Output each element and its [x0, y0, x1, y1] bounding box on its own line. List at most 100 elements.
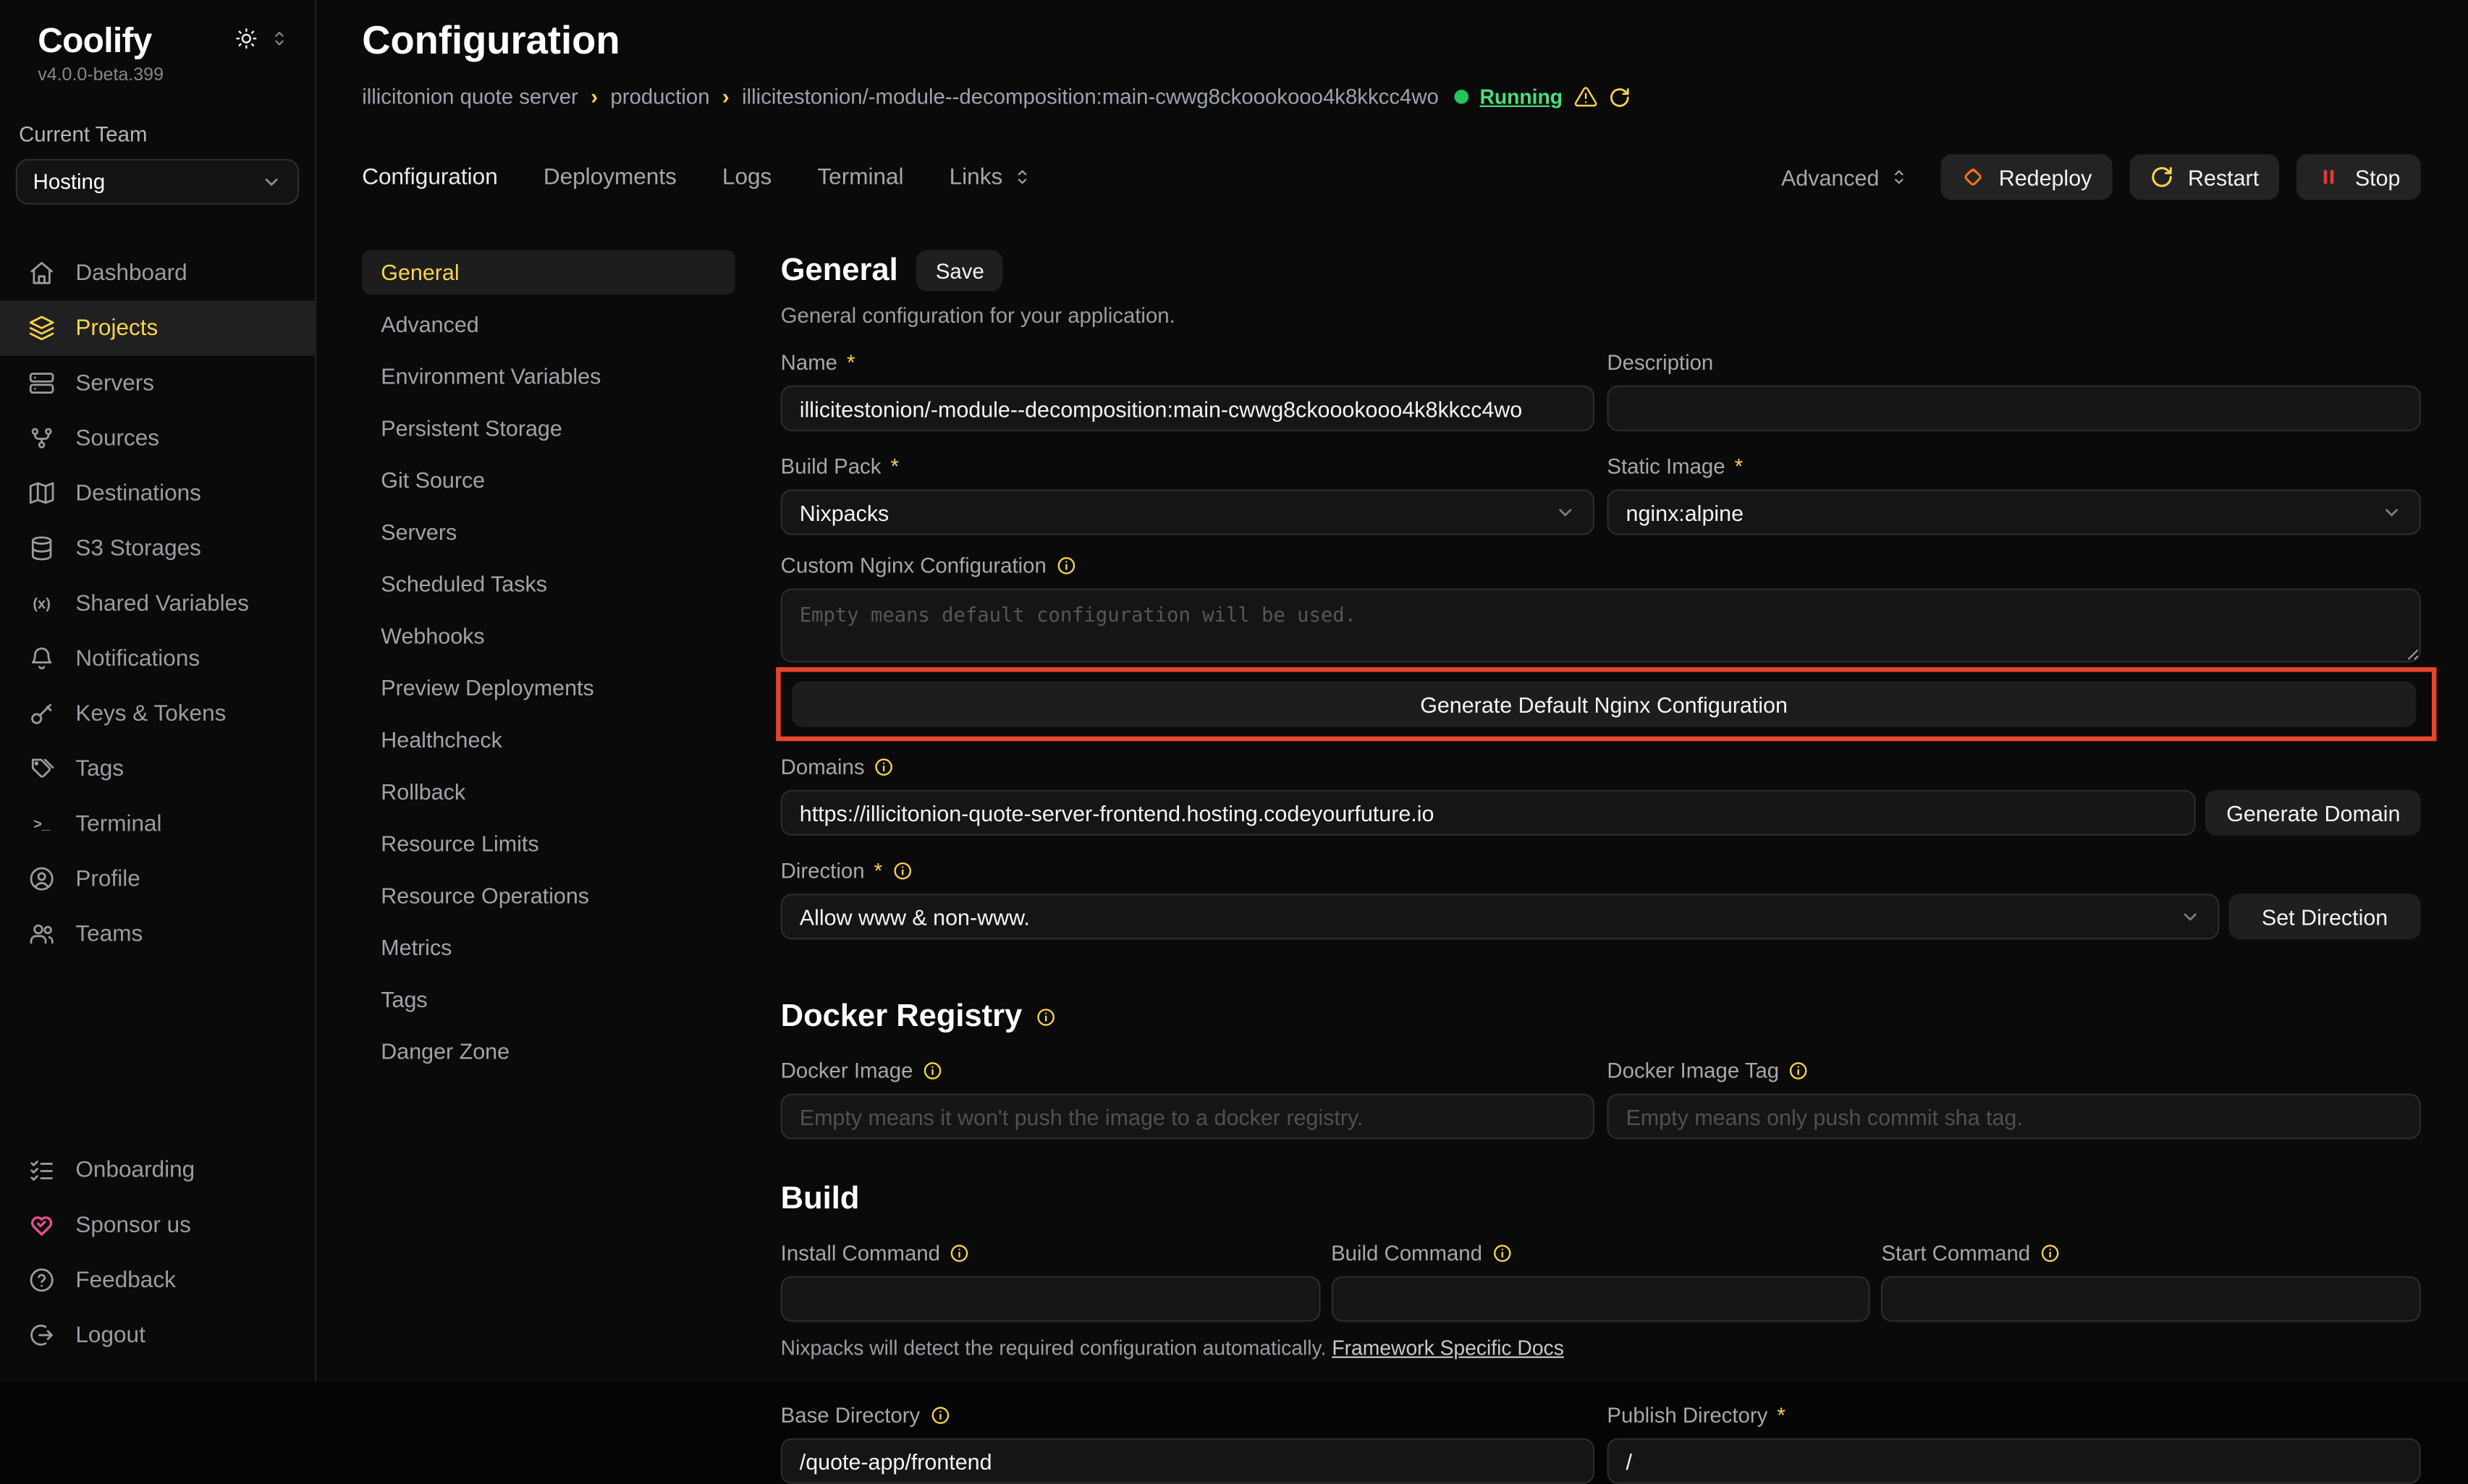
team-select[interactable]: Hosting [16, 159, 299, 205]
nginx-config-textarea[interactable] [781, 588, 2421, 662]
annotation-highlight-box: Generate Default Nginx Configuration [776, 667, 2436, 741]
info-icon[interactable] [929, 1405, 950, 1425]
tab-links[interactable]: Links [950, 164, 1033, 190]
subnav-item-git-source[interactable]: Git Source [362, 458, 735, 502]
docker-image-input[interactable] [781, 1093, 1594, 1139]
info-icon[interactable] [922, 1061, 942, 1081]
description-input[interactable] [1607, 386, 2420, 431]
sidebar-item-servers[interactable]: Servers [0, 355, 315, 410]
publish-directory-input[interactable] [1607, 1438, 2420, 1484]
status-running-link[interactable]: Running [1479, 85, 1563, 109]
stop-button[interactable]: Stop [2296, 154, 2420, 200]
sidebar-item-s3-storages[interactable]: S3 Storages [0, 521, 315, 576]
sidebar-item-logout[interactable]: Logout [0, 1308, 315, 1363]
subnav-item-general[interactable]: General [362, 250, 735, 294]
info-icon[interactable] [1056, 556, 1076, 576]
build-command-label: Build Command [1331, 1242, 1870, 1265]
sidebar-item-profile[interactable]: Profile [0, 852, 315, 907]
info-icon[interactable] [2040, 1243, 2060, 1263]
subnav-item-preview-deployments[interactable]: Preview Deployments [362, 666, 735, 710]
current-team-label: Current Team [0, 85, 315, 146]
subnav-item-environment-variables[interactable]: Environment Variables [362, 354, 735, 398]
generate-domain-button[interactable]: Generate Domain [2206, 790, 2421, 836]
info-icon[interactable] [874, 757, 895, 777]
sidebar-item-shared-variables[interactable]: (x)Shared Variables [0, 576, 315, 631]
subnav-item-rollback[interactable]: Rollback [362, 769, 735, 813]
subnav-item-metrics[interactable]: Metrics [362, 925, 735, 970]
tab-deployments[interactable]: Deployments [544, 164, 677, 190]
subnav-item-healthcheck[interactable]: Healthcheck [362, 718, 735, 762]
subnav-item-scheduled-tasks[interactable]: Scheduled Tasks [362, 561, 735, 606]
theme-toggle-icon[interactable] [234, 27, 258, 51]
breadcrumb-item[interactable]: production [610, 85, 709, 109]
sidebar-item-keys-tokens[interactable]: Keys & Tokens [0, 686, 315, 741]
start-command-input[interactable] [1882, 1276, 2421, 1322]
home-icon [28, 260, 55, 287]
sidebar: Coolify v4.0.0-beta.399 Current Team Hos… [0, 0, 316, 1382]
docker-image-tag-input[interactable] [1607, 1093, 2420, 1139]
sidebar-item-notifications[interactable]: Notifications [0, 631, 315, 686]
git-source-icon [28, 425, 55, 451]
advanced-dropdown[interactable]: Advanced [1781, 164, 1909, 190]
sidebar-item-label: Logout [75, 1323, 145, 1349]
svg-text:(x): (x) [33, 596, 50, 612]
page-title: Configuration [362, 19, 2421, 64]
sidebar-item-teams[interactable]: Teams [0, 907, 315, 962]
breadcrumb-item[interactable]: illicitestonion/-module--decomposition:m… [742, 85, 1439, 109]
info-icon[interactable] [1492, 1243, 1512, 1263]
install-command-input[interactable] [781, 1276, 1320, 1322]
build-command-input[interactable] [1331, 1276, 1870, 1322]
domains-input[interactable] [781, 790, 2197, 836]
sidebar-item-projects[interactable]: Projects [0, 300, 315, 355]
user-icon [28, 865, 55, 892]
subnav-item-resource-operations[interactable]: Resource Operations [362, 873, 735, 917]
direction-select[interactable]: Allow www & non-www. [781, 894, 2220, 939]
status-area: Running [1455, 85, 1631, 109]
sidebar-item-sources[interactable]: Sources [0, 411, 315, 466]
warning-icon[interactable] [1573, 85, 1597, 109]
sidebar-item-dashboard[interactable]: Dashboard [0, 245, 315, 300]
subnav-item-servers[interactable]: Servers [362, 510, 735, 554]
subnav-item-resource-limits[interactable]: Resource Limits [362, 821, 735, 865]
tab-terminal[interactable]: Terminal [817, 164, 903, 190]
key-icon [28, 700, 55, 727]
action-buttons: Advanced Redeploy Restart Stop [1781, 154, 2421, 200]
subnav-item-advanced[interactable]: Advanced [362, 302, 735, 347]
framework-docs-link[interactable]: Framework Specific Docs [1332, 1336, 1564, 1360]
breadcrumb-items: illicitonion quote server›production›ill… [362, 85, 1439, 109]
build-pack-select[interactable]: Nixpacks [781, 489, 1594, 535]
base-directory-input[interactable] [781, 1438, 1594, 1484]
tab-logs[interactable]: Logs [722, 164, 772, 190]
info-icon[interactable] [1036, 1007, 1057, 1027]
refresh-status-icon[interactable] [1608, 86, 1630, 108]
sidebar-nav: DashboardProjectsServersSourcesDestinati… [0, 245, 315, 962]
general-heading: General [781, 253, 898, 289]
build-heading: Build [781, 1182, 2421, 1218]
breadcrumb-item[interactable]: illicitonion quote server [362, 85, 578, 109]
pause-icon [2317, 165, 2341, 189]
info-icon[interactable] [892, 861, 912, 881]
tab-configuration[interactable]: Configuration [362, 164, 498, 190]
save-button[interactable]: Save [917, 250, 1003, 292]
redeploy-button[interactable]: Redeploy [1940, 154, 2112, 200]
sidebar-item-onboarding[interactable]: Onboarding [0, 1143, 315, 1198]
theme-chevrons-icon[interactable] [269, 28, 290, 48]
sidebar-item-sponsor-us[interactable]: Sponsor us [0, 1198, 315, 1253]
static-image-select[interactable]: nginx:alpine [1607, 489, 2420, 535]
sidebar-item-tags[interactable]: Tags [0, 741, 315, 796]
info-icon[interactable] [950, 1243, 970, 1263]
install-command-label: Install Command [781, 1242, 1320, 1265]
subnav-item-danger-zone[interactable]: Danger Zone [362, 1029, 735, 1073]
sidebar-item-destinations[interactable]: Destinations [0, 466, 315, 521]
sidebar-item-terminal[interactable]: >_Terminal [0, 796, 315, 851]
subnav-item-tags[interactable]: Tags [362, 978, 735, 1022]
sidebar-item-feedback[interactable]: Feedback [0, 1253, 315, 1308]
sidebar-item-label: Teams [75, 921, 143, 946]
subnav-item-persistent-storage[interactable]: Persistent Storage [362, 406, 735, 450]
subnav-item-webhooks[interactable]: Webhooks [362, 614, 735, 658]
restart-button[interactable]: Restart [2130, 154, 2280, 200]
info-icon[interactable] [1788, 1061, 1809, 1081]
name-input[interactable] [781, 386, 1594, 431]
generate-nginx-button[interactable]: Generate Default Nginx Configuration [792, 682, 2416, 727]
set-direction-button[interactable]: Set Direction [2228, 894, 2420, 939]
